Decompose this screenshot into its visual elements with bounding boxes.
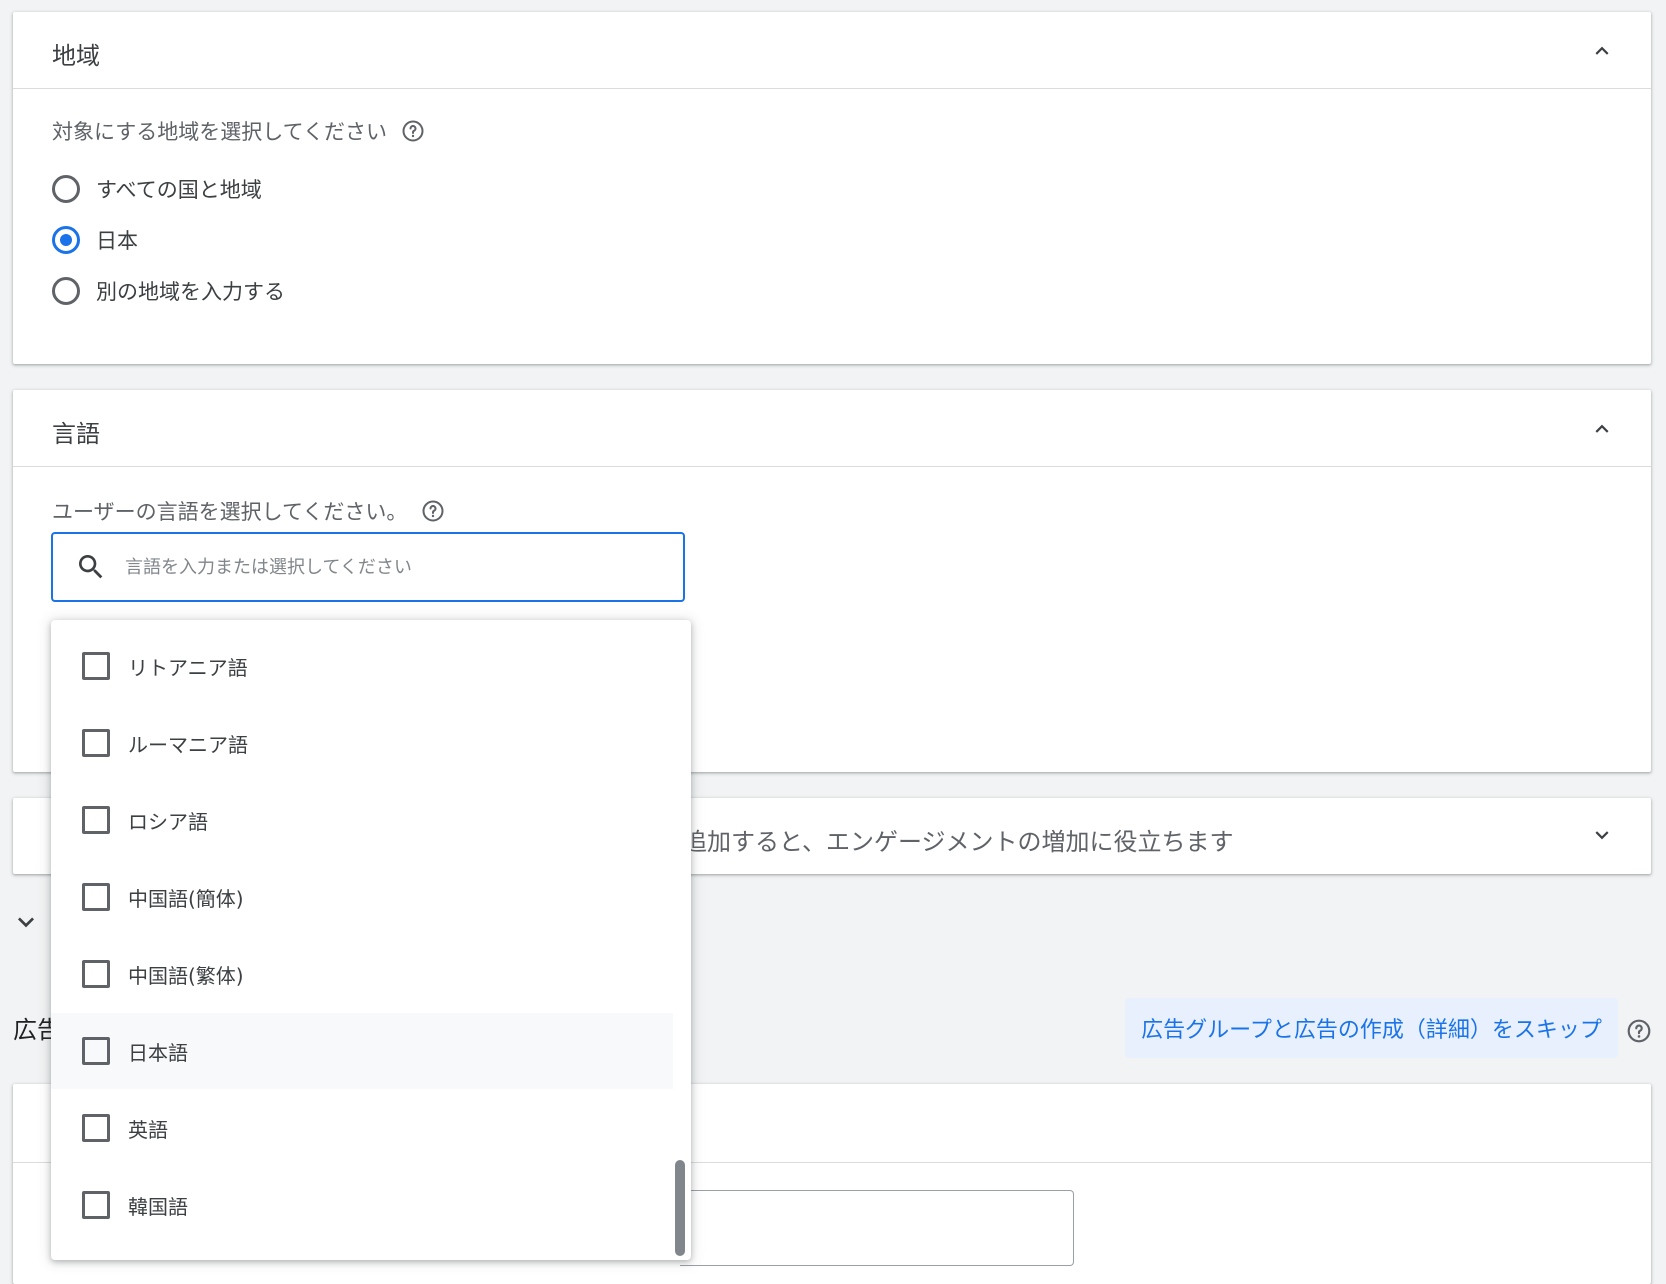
- language-search-box[interactable]: [51, 532, 685, 602]
- checkbox[interactable]: [82, 729, 110, 757]
- dropdown-scrollbar[interactable]: [675, 1160, 685, 1256]
- language-option[interactable]: 韓国語: [51, 1167, 673, 1243]
- language-option-label: 中国語(繁体): [128, 963, 244, 988]
- language-option-label: 中国語(簡体): [128, 886, 244, 911]
- checkbox[interactable]: [82, 1037, 110, 1065]
- ad-group-name-field[interactable]: [680, 1190, 1074, 1266]
- language-dropdown: リトアニア語 ルーマニア語 ロシア語 中国語(簡体) 中国語(繁体) 日本語 英…: [51, 620, 691, 1260]
- region-option-japan[interactable]: 日本: [52, 225, 138, 255]
- help-icon[interactable]: [1626, 1018, 1652, 1044]
- checkbox[interactable]: [82, 883, 110, 911]
- language-option-label: 英語: [128, 1117, 168, 1142]
- language-card-title: 言語: [52, 420, 100, 448]
- checkbox[interactable]: [82, 652, 110, 680]
- language-option-label: 日本語: [128, 1040, 188, 1065]
- ad-group-heading: 広告: [13, 1016, 53, 1044]
- region-prompt-text: 対象にする地域を選択してください: [52, 120, 387, 144]
- expand-chevron-icon[interactable]: [10, 906, 42, 938]
- language-option[interactable]: ロシア語: [51, 782, 673, 858]
- radio-button[interactable]: [52, 277, 80, 305]
- language-option-hovered[interactable]: 日本語: [51, 1013, 673, 1089]
- region-option-label: 日本: [96, 229, 138, 253]
- chevron-up-icon[interactable]: [1589, 38, 1615, 64]
- help-icon[interactable]: [401, 119, 425, 143]
- language-option-label: 韓国語: [128, 1194, 188, 1219]
- language-option[interactable]: 英語: [51, 1090, 673, 1166]
- search-icon: [79, 555, 103, 579]
- chevron-up-icon[interactable]: [1589, 416, 1615, 442]
- checkbox[interactable]: [82, 960, 110, 988]
- checkbox[interactable]: [82, 806, 110, 834]
- skip-ad-group-label: 広告グループと広告の作成（詳細）をスキップ: [1141, 1018, 1602, 1043]
- language-option[interactable]: リトアニア語: [51, 628, 673, 704]
- checkbox[interactable]: [82, 1191, 110, 1219]
- language-search-input[interactable]: [123, 555, 627, 579]
- language-card-header[interactable]: 言語: [13, 390, 1651, 467]
- checkbox[interactable]: [82, 1114, 110, 1142]
- language-option-label: ロシア語: [128, 809, 208, 834]
- skip-ad-group-button[interactable]: 広告グループと広告の作成（詳細）をスキップ: [1125, 998, 1618, 1058]
- collapsed-card-text: 追加すると、エンゲージメントの増加に役立ちます: [683, 828, 1234, 856]
- radio-button-selected[interactable]: [52, 226, 80, 254]
- language-option[interactable]: ルーマニア語: [51, 705, 673, 781]
- help-icon[interactable]: [421, 499, 445, 523]
- language-option[interactable]: 中国語(繁体): [51, 936, 673, 1012]
- region-card: 地域 対象にする地域を選択してください すべての国と地域 日本 別の地域を入力す…: [13, 12, 1651, 364]
- region-option-label: 別の地域を入力する: [96, 280, 285, 304]
- region-card-header[interactable]: 地域: [13, 12, 1651, 89]
- language-prompt: ユーザーの言語を選択してください。: [52, 496, 445, 526]
- region-option-label: すべての国と地域: [96, 178, 262, 202]
- chevron-down-icon[interactable]: [1589, 822, 1615, 848]
- region-option-all[interactable]: すべての国と地域: [52, 174, 262, 204]
- radio-button[interactable]: [52, 175, 80, 203]
- region-card-title: 地域: [52, 42, 100, 70]
- language-option[interactable]: 中国語(簡体): [51, 859, 673, 935]
- language-option-label: ルーマニア語: [128, 732, 248, 757]
- language-prompt-text: ユーザーの言語を選択してください。: [52, 500, 408, 524]
- language-option-label: リトアニア語: [128, 655, 248, 680]
- region-option-other[interactable]: 別の地域を入力する: [52, 276, 285, 306]
- region-prompt: 対象にする地域を選択してください: [52, 116, 425, 146]
